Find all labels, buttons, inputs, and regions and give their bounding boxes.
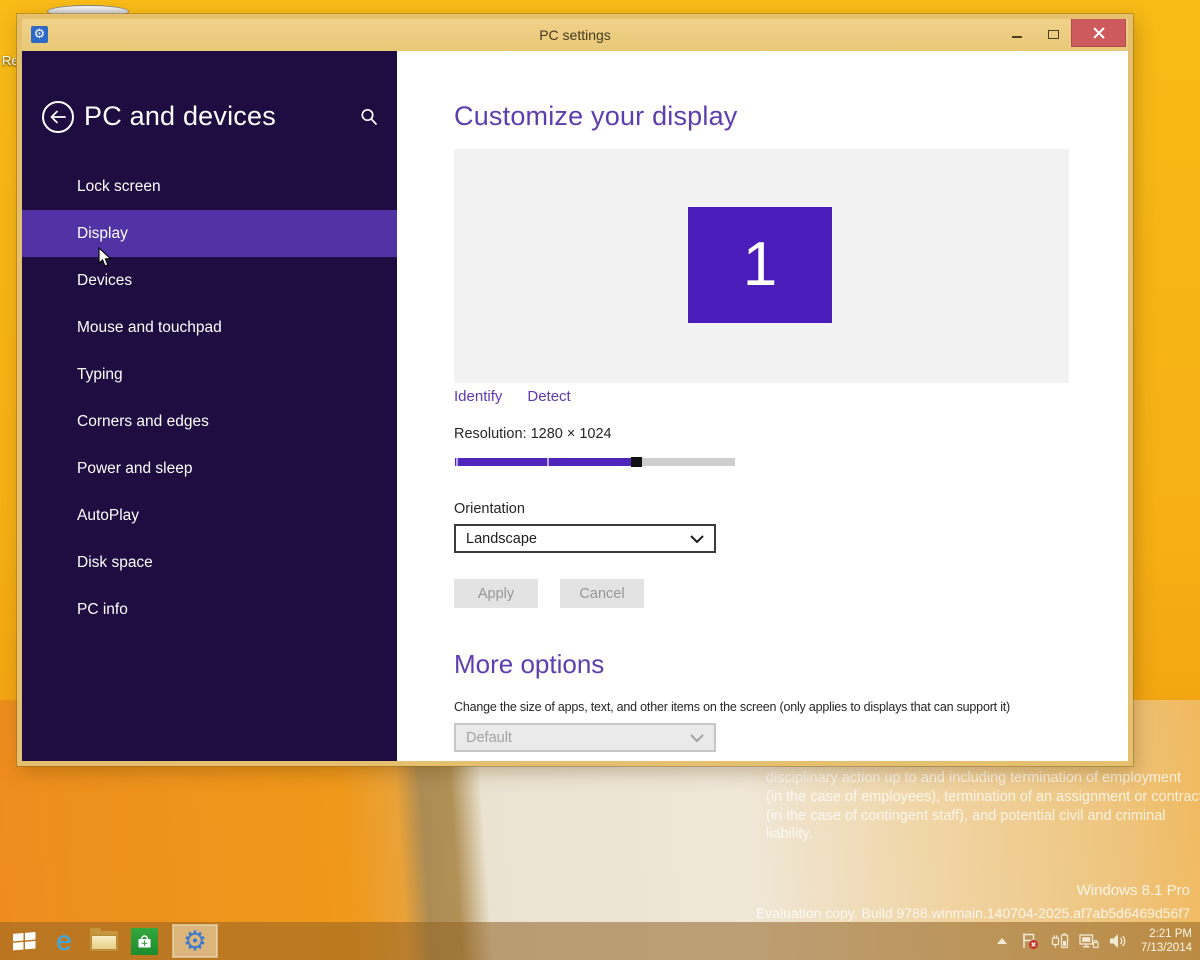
sidebar-item-pc-info[interactable]: PC info [22, 586, 397, 633]
sidebar-item-disk-space[interactable]: Disk space [22, 539, 397, 586]
resolution-slider-thumb[interactable] [631, 457, 642, 467]
sidebar-title: PC and devices [84, 101, 276, 132]
speaker-icon [1109, 933, 1127, 949]
maximize-icon [1048, 30, 1059, 39]
watermark-line: (in the case of contingent staff), and p… [766, 807, 1190, 826]
sidebar-item-label: Power and sleep [77, 460, 192, 478]
sidebar-item-label: Display [77, 225, 128, 243]
system-tray [991, 929, 1129, 953]
watermark-line: liability. [766, 825, 1190, 844]
sidebar-item-typing[interactable]: Typing [22, 351, 397, 398]
settings-sidebar: PC and devices Lock screen Display Devic… [22, 51, 397, 761]
back-button[interactable] [42, 101, 74, 133]
monitor-1-tile[interactable]: 1 [688, 207, 832, 323]
orientation-select[interactable]: Landscape [454, 524, 716, 553]
identify-link[interactable]: Identify [454, 388, 502, 405]
sidebar-item-label: Devices [77, 272, 132, 290]
recycle-bin-label: Recycle Bin [2, 53, 16, 69]
window-titlebar[interactable]: ⚙ PC settings [22, 19, 1128, 51]
taskbar-clock[interactable]: 2:21 PM 7/13/2014 [1135, 927, 1200, 955]
sidebar-item-label: AutoPlay [77, 507, 139, 525]
watermark-line: disciplinary action up to and including … [766, 769, 1190, 788]
windows-logo-icon [12, 931, 37, 951]
minimize-icon [1012, 36, 1022, 38]
gear-icon: ⚙ [183, 928, 207, 955]
more-options-heading: More options [454, 649, 604, 680]
sidebar-item-label: Corners and edges [77, 413, 209, 431]
network-icon [1079, 933, 1099, 950]
sidebar-item-devices[interactable]: Devices [22, 257, 397, 304]
orientation-value: Landscape [466, 531, 537, 547]
slider-tick [456, 458, 458, 466]
search-icon [359, 107, 379, 127]
show-hidden-icons-button[interactable] [991, 929, 1013, 953]
sidebar-item-label: Disk space [77, 554, 153, 572]
volume-button[interactable] [1107, 929, 1129, 953]
chevron-up-icon [997, 938, 1007, 944]
file-explorer-button[interactable] [84, 922, 124, 960]
resolution-slider-fill [455, 458, 631, 466]
sidebar-item-lock-screen[interactable]: Lock screen [22, 163, 397, 210]
display-settings-panel: Customize your display 1 Identify Detect… [397, 51, 1128, 761]
page-title: Customize your display [454, 101, 738, 132]
sidebar-item-power-sleep[interactable]: Power and sleep [22, 445, 397, 492]
resolution-slider[interactable] [455, 458, 735, 466]
back-arrow-icon [49, 110, 67, 124]
slider-tick [547, 458, 549, 466]
store-bag-icon [131, 928, 158, 955]
clock-time: 2:21 PM [1141, 927, 1192, 941]
sidebar-item-corners-edges[interactable]: Corners and edges [22, 398, 397, 445]
search-button[interactable] [359, 107, 379, 127]
cancel-button[interactable]: Cancel [560, 579, 644, 608]
sidebar-item-label: PC info [77, 601, 128, 619]
watermark-line: (in the case of employees), termination … [766, 788, 1190, 807]
evaluation-build-watermark: Evaluation copy. Build 9788.winmain.1407… [700, 905, 1190, 921]
pc-settings-window: ⚙ PC settings PC and devices [17, 14, 1133, 766]
internet-explorer-button[interactable]: e [44, 922, 84, 960]
window-title: PC settings [22, 27, 1128, 43]
windows-edition-watermark: Windows 8.1 Pro [766, 882, 1190, 899]
sidebar-item-autoplay[interactable]: AutoPlay [22, 492, 397, 539]
sidebar-item-label: Mouse and touchpad [77, 319, 222, 337]
orientation-label: Orientation [454, 501, 525, 517]
folder-icon [90, 931, 118, 951]
close-button[interactable] [1071, 19, 1126, 47]
resolution-label: Resolution: 1280 × 1024 [454, 426, 612, 442]
sidebar-items: Lock screen Display Devices Mouse and to… [22, 163, 397, 633]
action-center-button[interactable] [1020, 929, 1042, 953]
display-preview-area: 1 [454, 149, 1069, 383]
taskbar: e ⚙ [0, 922, 1200, 960]
sidebar-item-label: Typing [77, 366, 123, 384]
mouse-cursor [98, 247, 113, 273]
sidebar-item-mouse-touchpad[interactable]: Mouse and touchpad [22, 304, 397, 351]
close-icon [1093, 27, 1105, 39]
power-status-icon[interactable] [1049, 929, 1071, 953]
maximize-button[interactable] [1035, 19, 1071, 47]
apply-button[interactable]: Apply [454, 579, 538, 608]
clock-date: 7/13/2014 [1141, 941, 1192, 955]
detect-link[interactable]: Detect [527, 388, 570, 405]
battery-plug-icon [1051, 932, 1069, 950]
flag-alert-icon [1021, 932, 1040, 950]
desktop: Recycle Bin disciplinary action up to an… [0, 0, 1200, 960]
desktop-watermark: disciplinary action up to and including … [766, 769, 1190, 844]
pc-settings-taskbar-button[interactable]: ⚙ [172, 924, 218, 958]
scaling-value: Default [466, 730, 512, 746]
monitor-number: 1 [743, 234, 777, 296]
store-button[interactable] [124, 922, 164, 960]
minimize-button[interactable] [999, 19, 1035, 47]
network-status-icon[interactable] [1078, 929, 1100, 953]
scaling-description: Change the size of apps, text, and other… [454, 700, 1010, 714]
chevron-down-icon [690, 734, 704, 742]
sidebar-item-display[interactable]: Display [22, 210, 397, 257]
scaling-select[interactable]: Default [454, 723, 716, 752]
sidebar-item-label: Lock screen [77, 178, 161, 196]
start-button[interactable] [4, 922, 44, 960]
internet-explorer-icon: e [56, 927, 72, 955]
chevron-down-icon [690, 535, 704, 543]
